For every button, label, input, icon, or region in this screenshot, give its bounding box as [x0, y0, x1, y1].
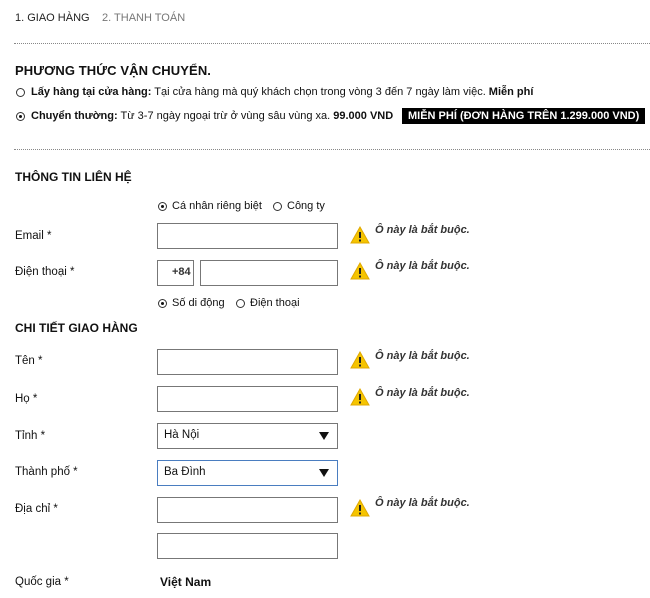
city-select[interactable]: Ba Đình — [157, 460, 338, 486]
warning-icon — [350, 388, 370, 406]
pickup-radio[interactable] — [16, 88, 25, 97]
pickup-desc: Tại cửa hàng mà quý khách chọn trong vòn… — [151, 86, 486, 98]
company-radio[interactable] — [273, 202, 282, 211]
phone-prefix: +84 — [172, 266, 191, 278]
last-name-label: Họ * — [15, 393, 38, 405]
address-field-2[interactable] — [157, 533, 338, 559]
mobile-radio[interactable] — [158, 299, 167, 308]
last-name-error: Ô này là bắt buộc. — [375, 387, 470, 399]
chevron-down-icon — [319, 469, 329, 477]
email-error: Ô này là bắt buộc. — [375, 224, 470, 236]
address-label: Địa chỉ * — [15, 503, 58, 515]
company-label[interactable]: Công ty — [287, 200, 325, 212]
address-error: Ô này là bắt buộc. — [375, 497, 470, 509]
province-select[interactable]: Hà Nội — [157, 423, 338, 449]
phone-error: Ô này là bắt buộc. — [375, 260, 470, 272]
phone-prefix-field[interactable]: +84 — [157, 260, 194, 286]
email-label: Email * — [15, 230, 52, 242]
pickup-price: Miễn phí — [485, 86, 534, 98]
city-value: Ba Đình — [164, 466, 206, 478]
standard-price: 99.000 VND — [330, 110, 394, 122]
step-payment[interactable]: 2. THANH TOÁN — [102, 12, 185, 24]
country-value: Việt Nam — [160, 575, 212, 589]
warning-icon — [350, 226, 370, 244]
warning-icon — [350, 499, 370, 517]
first-name-label: Tên * — [15, 355, 43, 367]
landline-label[interactable]: Điện thoại — [250, 297, 300, 309]
first-name-field[interactable] — [157, 349, 338, 375]
standard-desc: Từ 3-7 ngày ngoại trừ ở vùng sâu vùng xa… — [117, 110, 331, 122]
standard-name: Chuyển thường: — [31, 110, 118, 122]
individual-radio[interactable] — [158, 202, 167, 211]
last-name-field[interactable] — [157, 386, 338, 412]
individual-label[interactable]: Cá nhân riêng biệt — [172, 200, 262, 212]
mobile-label[interactable]: Số di động — [172, 297, 225, 309]
address-field-1[interactable] — [157, 497, 338, 523]
divider — [14, 149, 650, 150]
standard-radio[interactable] — [16, 112, 25, 121]
pickup-name: Lấy hàng tại cửa hàng: — [31, 86, 152, 98]
step-delivery[interactable]: 1. GIAO HÀNG — [15, 12, 90, 24]
country-label: Quốc gia * — [15, 576, 69, 588]
shipping-title: PHƯƠNG THỨC VẬN CHUYỂN. — [15, 63, 212, 78]
checkout-steps: 1. GIAO HÀNG — [15, 10, 90, 24]
landline-radio[interactable] — [236, 299, 245, 308]
city-label: Thành phố * — [15, 466, 78, 478]
province-value: Hà Nội — [164, 429, 200, 441]
phone-label: Điện thoại * — [15, 266, 75, 278]
standard-option[interactable]: Chuyển thường: Từ 3-7 ngày ngoại trừ ở v… — [31, 110, 393, 122]
warning-icon — [350, 262, 370, 280]
pickup-option[interactable]: Lấy hàng tại cửa hàng: Tại cửa hàng mà q… — [31, 86, 533, 98]
email-field[interactable] — [157, 223, 338, 249]
free-shipping-badge: MIỄN PHÍ (ĐƠN HÀNG TRÊN 1.299.000 VND) — [402, 108, 646, 124]
chevron-down-icon — [319, 432, 329, 440]
phone-field[interactable] — [200, 260, 338, 286]
contact-title: THÔNG TIN LIÊN HỆ — [15, 170, 132, 184]
province-label: Tỉnh * — [15, 430, 46, 442]
divider — [14, 43, 650, 44]
delivery-title: CHI TIẾT GIAO HÀNG — [15, 321, 138, 335]
warning-icon — [350, 351, 370, 369]
first-name-error: Ô này là bắt buộc. — [375, 350, 470, 362]
